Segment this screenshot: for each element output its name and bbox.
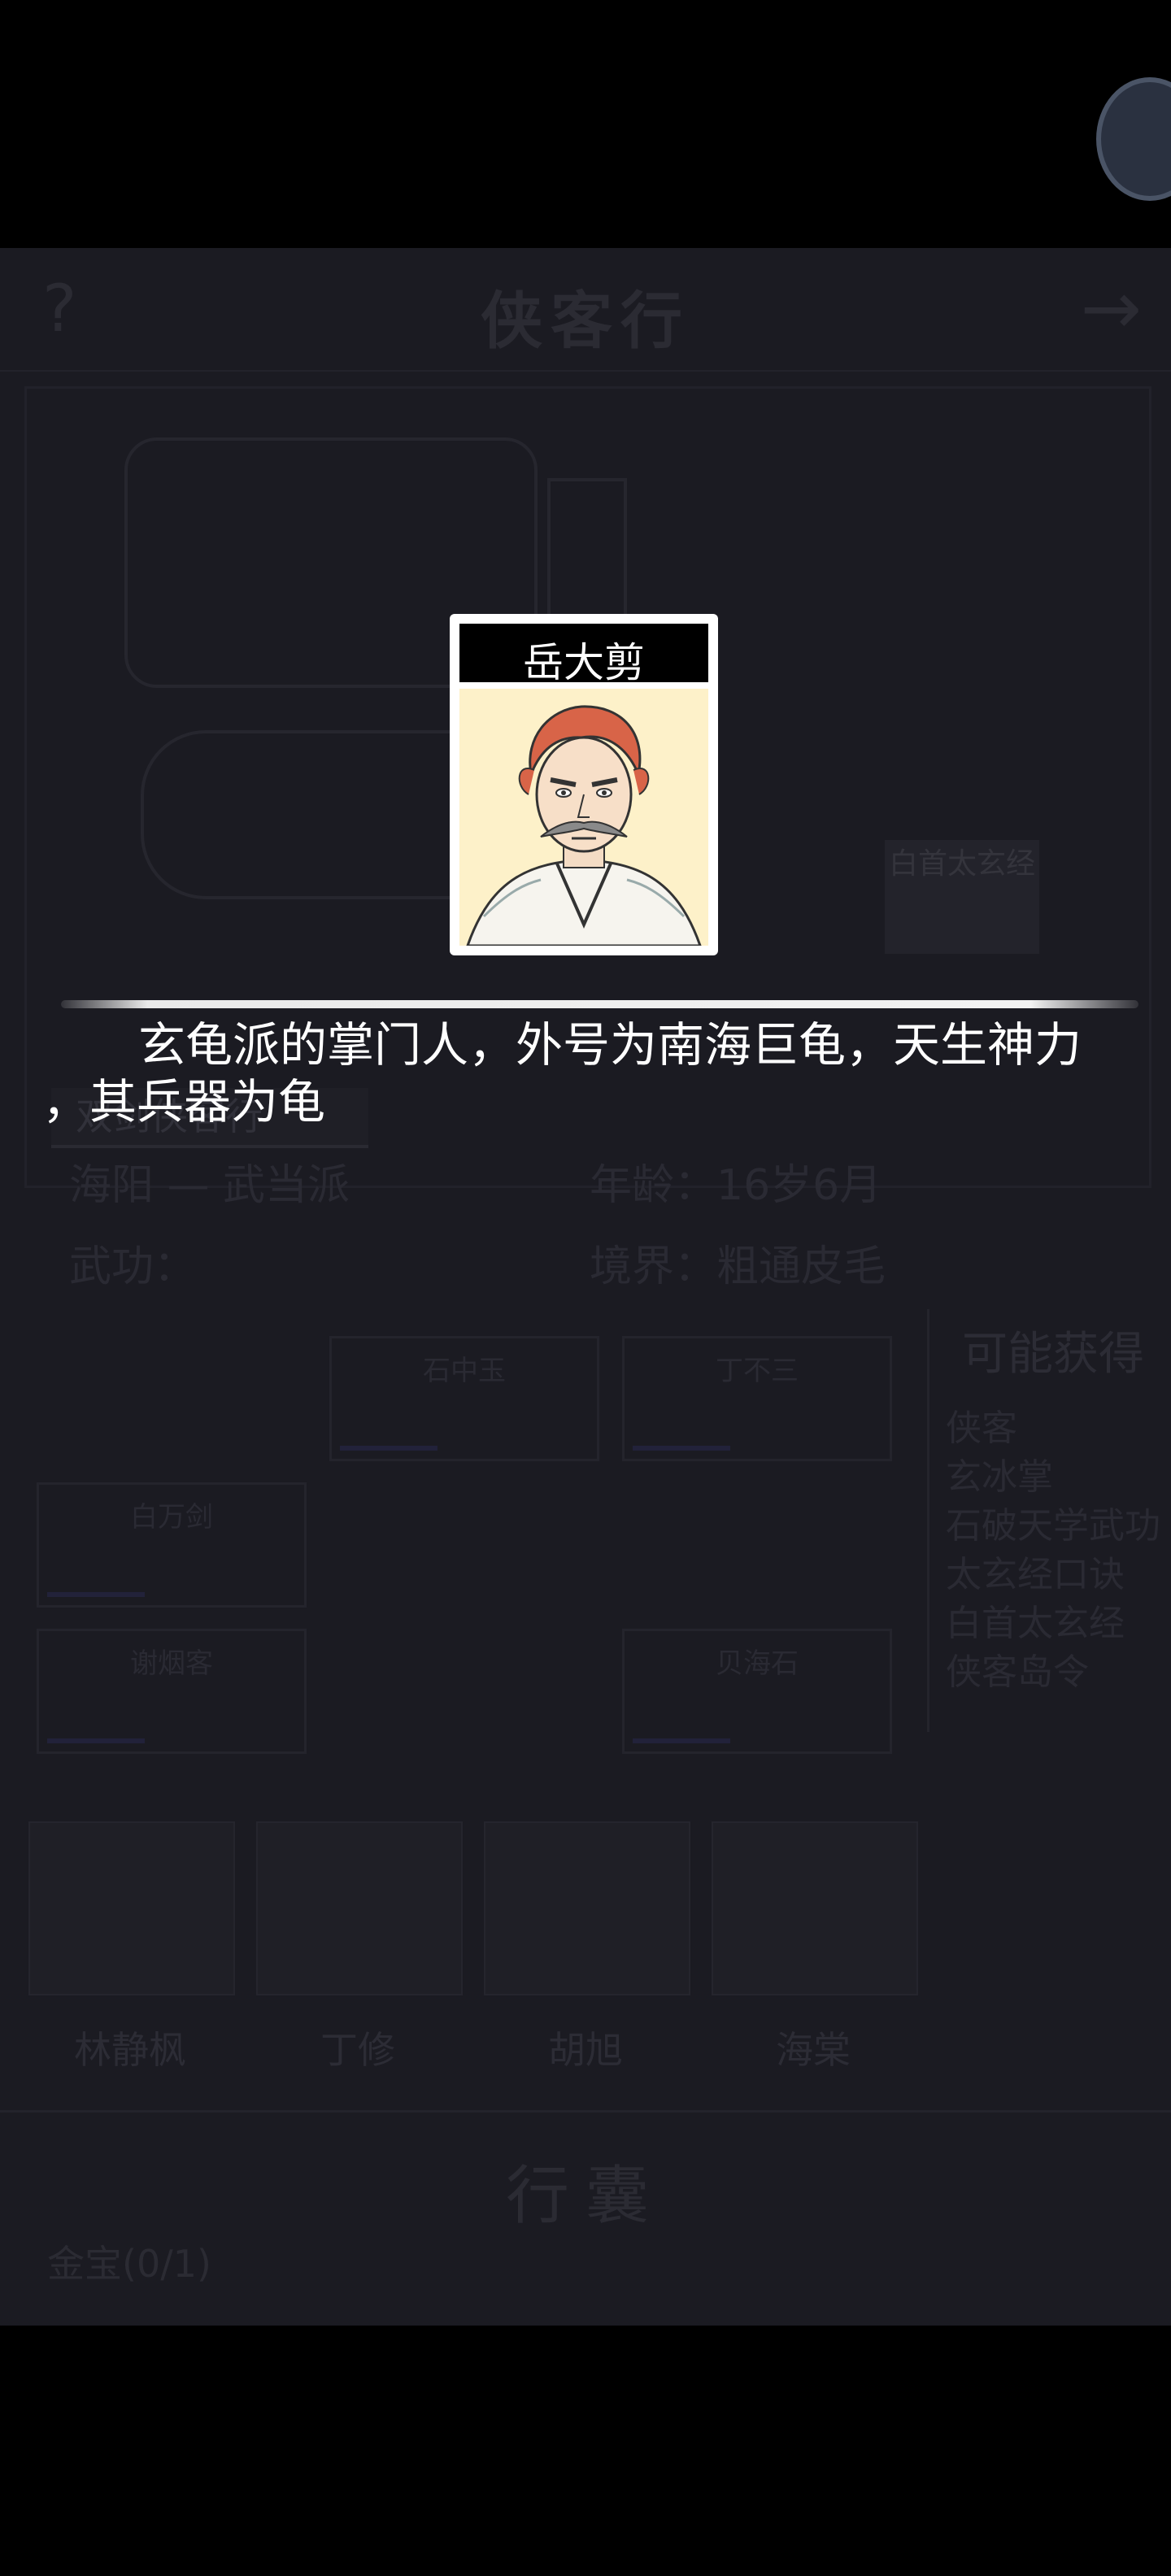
slot-bar: [47, 1592, 145, 1597]
age-text: 年龄：16岁6月: [590, 1161, 882, 1210]
gain-row: 石破天学武功: [946, 1505, 1160, 1547]
character-slot[interactable]: 白万剑: [37, 1482, 307, 1608]
character-slot[interactable]: 谢烟客: [37, 1629, 307, 1754]
bag-title: 行囊: [505, 2160, 665, 2233]
bag-panel: 行囊 金宝(0/1): [0, 2110, 1171, 2326]
character-description: 玄龟派的掌门人，外号为南海巨龟，天生神力 ，其兵器为龟: [42, 1016, 1140, 1130]
card-name-bar: 岳大剪: [459, 624, 708, 686]
divider-brushstroke: [61, 1000, 1138, 1008]
gain-row: 玄冰掌: [946, 1456, 1053, 1498]
slot-bar: [340, 1446, 437, 1451]
companion-name: 海棠: [776, 2028, 851, 2072]
page-title: 侠客行: [481, 285, 690, 357]
gain-row: 太玄经口诀: [946, 1554, 1125, 1595]
slot-label: 丁不三: [716, 1355, 799, 1387]
character-name: 岳大剪: [523, 639, 645, 686]
companion-portrait[interactable]: [28, 1821, 235, 1995]
character-card: 岳大剪: [450, 614, 718, 955]
slot-bar: [633, 1738, 730, 1743]
character-slot[interactable]: 石中玉: [329, 1336, 599, 1461]
realm-text: 境界：粗通皮毛: [590, 1242, 886, 1291]
header: ? 侠客行 →: [0, 248, 1171, 372]
companion-portrait[interactable]: [484, 1821, 690, 1995]
slot-label: 贝海石: [716, 1647, 799, 1680]
slot-label: 白万剑: [130, 1501, 213, 1534]
description-line: 玄龟派的掌门人，外号为南海巨龟，天生神力: [138, 1017, 1082, 1073]
slot-label: 石中玉: [423, 1355, 506, 1387]
game-background: ? 侠客行 → 白首太玄经 双剑侠客行 海阳 — 武当派 年龄：16岁6月 武功…: [0, 248, 1171, 2326]
gain-row: 侠客: [946, 1408, 1017, 1449]
arrow-right-icon[interactable]: →: [1081, 266, 1142, 351]
description-line: ，其兵器为龟: [42, 1074, 326, 1129]
slot-bar: [47, 1738, 145, 1743]
companion-portrait[interactable]: [712, 1821, 918, 1995]
portrait-illustration: [466, 705, 702, 946]
companion-name: 胡旭: [548, 2028, 623, 2072]
gain-row: 白首太玄经: [946, 1603, 1125, 1644]
slot-bar: [633, 1446, 730, 1451]
map-token-icon[interactable]: [1096, 77, 1171, 201]
bag-count[interactable]: 金宝(0/1): [47, 2234, 211, 2288]
character-slot[interactable]: 丁不三: [622, 1336, 892, 1461]
possible-gains-panel: 可能获得 侠客 玄冰掌 石破天学武功 太玄经口诀 白首太玄经 侠客岛令: [927, 1309, 1171, 1732]
skills-text: 武功：: [69, 1242, 197, 1291]
character-portrait: [459, 689, 708, 946]
scene-sign: 白首太玄经: [885, 840, 1039, 954]
slot-label: 谢烟客: [130, 1647, 213, 1680]
gain-row: 侠客岛令: [946, 1651, 1089, 1693]
companion-name: 林静枫: [74, 2028, 186, 2072]
companion-name: 丁修: [320, 2028, 395, 2072]
gains-title: 可能获得: [962, 1328, 1144, 1381]
location-text: 海阳 — 武当派: [69, 1161, 350, 1210]
companion-portrait[interactable]: [256, 1821, 463, 1995]
character-slot[interactable]: 贝海石: [622, 1629, 892, 1754]
